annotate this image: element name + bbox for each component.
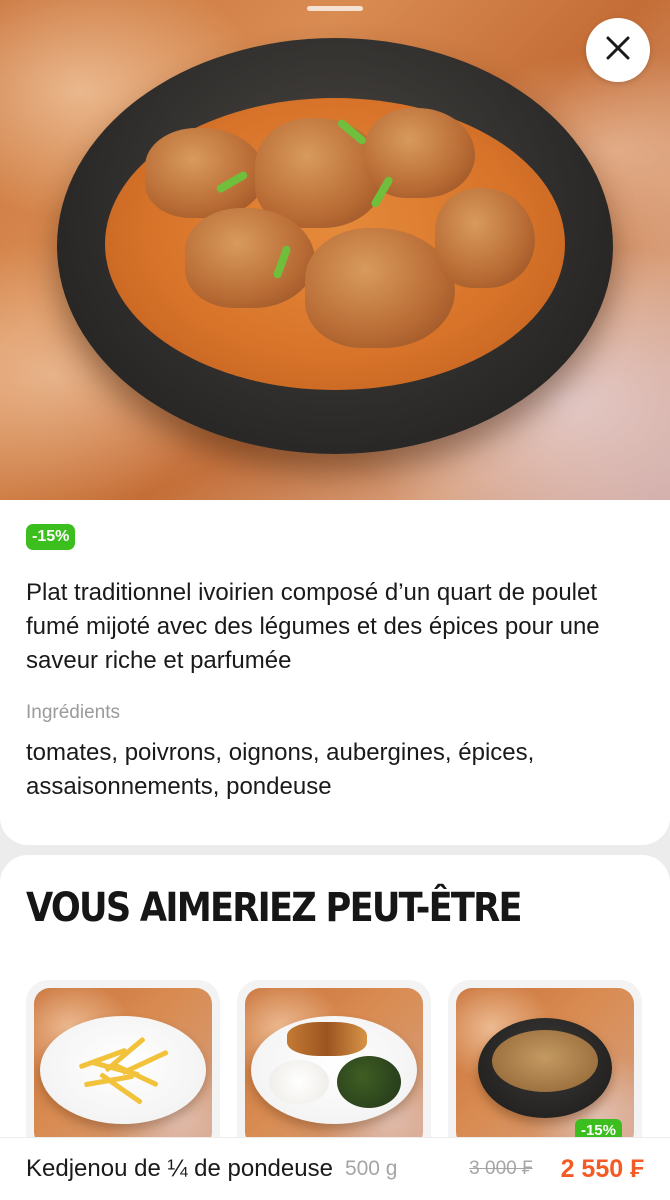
product-name: Kedjenou de ¼ de pondeuse xyxy=(26,1155,333,1182)
product-description: Plat traditionnel ivoirien composé d’un … xyxy=(26,579,600,674)
suggestion-tile-fish[interactable] xyxy=(237,980,431,1160)
suggestions-title: VOUS AIMERIEZ PEUT-ÊTRE xyxy=(26,885,523,931)
fish-plate-image xyxy=(245,988,423,1148)
discount-badge: -15% xyxy=(26,524,76,550)
bottom-price-bar[interactable]: Kedjenou de ¼ de pondeuse 500 g 3 000 ₣ … xyxy=(0,1137,670,1200)
hero-image xyxy=(0,0,670,500)
new-price: 2 550 ₣ xyxy=(560,1154,644,1183)
fries-image xyxy=(34,988,212,1148)
stew-bowl-image: -15% xyxy=(456,988,634,1148)
ingredients-title: Ingrédients xyxy=(26,702,121,723)
suggestion-tile-stew[interactable]: -15% xyxy=(448,980,642,1160)
suggestion-tile-fries[interactable] xyxy=(26,980,220,1160)
ingredients-text: tomates, poivrons, oignons, aubergines, … xyxy=(26,739,535,800)
close-icon xyxy=(605,35,631,66)
product-weight: 500 g xyxy=(344,1157,398,1180)
close-button[interactable] xyxy=(586,18,650,82)
drag-handle[interactable] xyxy=(307,6,363,11)
stew xyxy=(105,98,565,390)
product-info-card: -15% Plat traditionnel ivoirien composé … xyxy=(0,500,670,845)
old-price: 3 000 ₣ xyxy=(469,1158,533,1179)
